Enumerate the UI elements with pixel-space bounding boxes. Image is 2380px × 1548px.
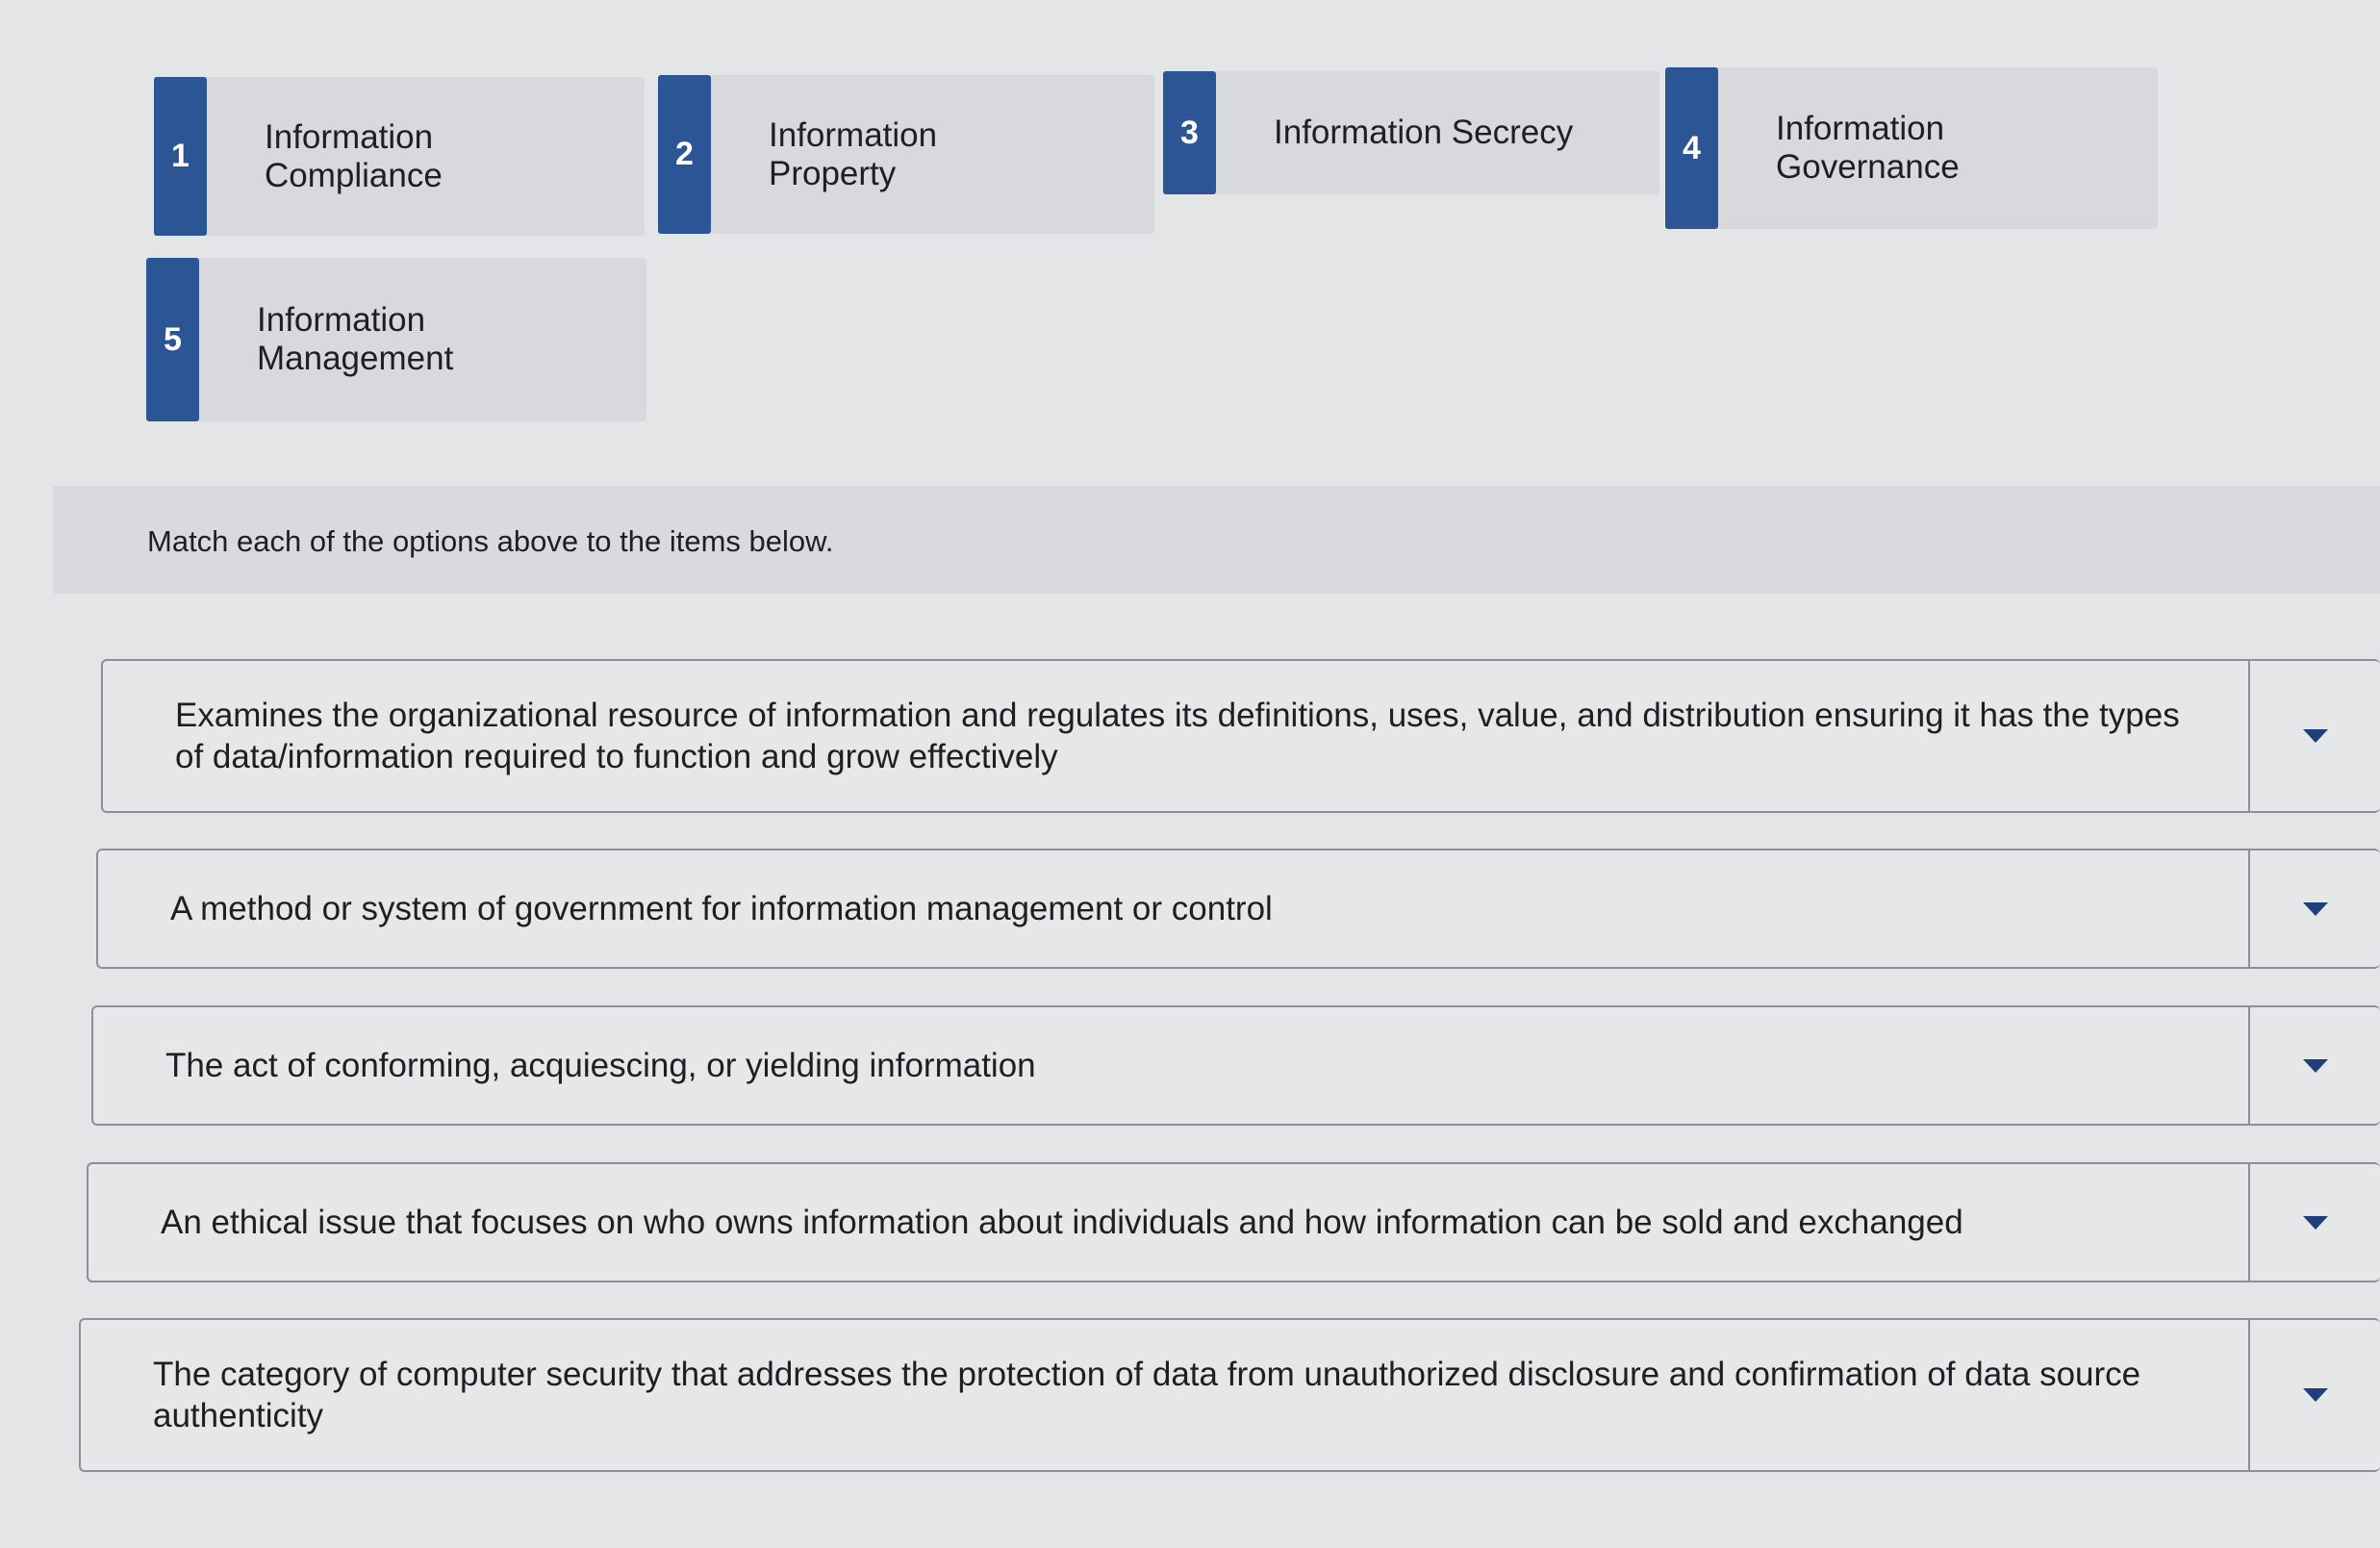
option-label: Information Secrecy xyxy=(1274,114,1574,151)
answer-dropdown[interactable] xyxy=(2248,1320,2380,1470)
instructions-band: Match each of the options above to the i… xyxy=(53,486,2380,594)
chevron-down-icon xyxy=(2302,729,2328,743)
answer-dropdown[interactable] xyxy=(2248,1007,2380,1124)
match-item-text: A method or system of government for inf… xyxy=(170,890,1273,927)
option-card-5[interactable]: 5 Information Management xyxy=(146,258,646,421)
answer-dropdown[interactable] xyxy=(2248,850,2380,967)
match-item-text: An ethical issue that focuses on who own… xyxy=(161,1204,1963,1241)
answer-dropdown[interactable] xyxy=(2248,661,2380,811)
match-item-text: Examines the organizational resource of … xyxy=(175,697,2180,775)
match-item-text: The category of computer security that a… xyxy=(153,1356,2141,1434)
option-number-badge: 4 xyxy=(1665,67,1718,229)
option-card-4[interactable]: 4 Information Governance xyxy=(1665,67,2158,229)
match-item-1: Examines the organizational resource of … xyxy=(101,659,2380,813)
option-number-badge: 1 xyxy=(154,77,207,236)
option-label: Information Management xyxy=(257,301,454,377)
option-number-badge: 2 xyxy=(658,75,711,234)
match-item-2: A method or system of government for inf… xyxy=(96,849,2380,969)
option-card-2[interactable]: 2 Information Property xyxy=(658,75,1154,234)
chevron-down-icon xyxy=(2302,901,2328,916)
match-item-3: The act of conforming, acquiescing, or y… xyxy=(91,1005,2380,1126)
option-card-3[interactable]: 3 Information Secrecy xyxy=(1163,71,1659,194)
match-item-4: An ethical issue that focuses on who own… xyxy=(87,1162,2380,1282)
chevron-down-icon xyxy=(2302,1058,2328,1073)
option-number-badge: 3 xyxy=(1163,71,1216,194)
chevron-down-icon xyxy=(2302,1388,2328,1402)
option-label: Information Property xyxy=(769,115,938,192)
option-number-badge: 5 xyxy=(146,258,199,421)
instructions-text: Match each of the options above to the i… xyxy=(147,524,834,558)
chevron-down-icon xyxy=(2302,1215,2328,1230)
answer-dropdown[interactable] xyxy=(2248,1164,2380,1281)
match-item-text: The act of conforming, acquiescing, or y… xyxy=(165,1047,1036,1084)
option-label: Information Governance xyxy=(1776,110,1960,186)
match-item-5: The category of computer security that a… xyxy=(79,1318,2380,1472)
option-label: Information Compliance xyxy=(265,117,443,194)
option-card-1[interactable]: 1 Information Compliance xyxy=(154,77,645,236)
